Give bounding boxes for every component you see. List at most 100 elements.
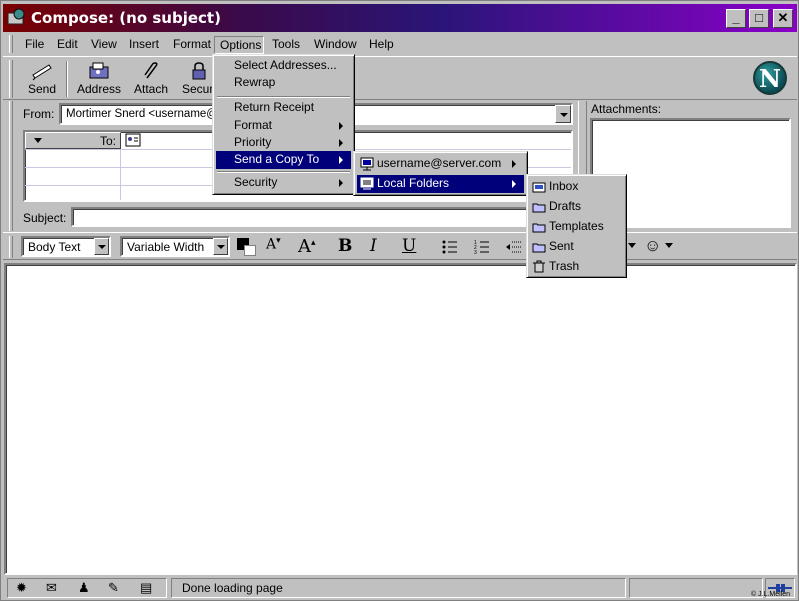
- text-color-icon[interactable]: [237, 238, 257, 256]
- chevron-down-icon[interactable]: [555, 105, 571, 123]
- menu-item-format[interactable]: Format: [216, 117, 351, 135]
- increase-font-icon[interactable]: A▴: [298, 236, 316, 257]
- navigator-icon[interactable]: ✹: [16, 580, 27, 596]
- submenu-arrow-icon: [339, 139, 343, 147]
- chevron-down-icon: [34, 138, 42, 143]
- menu-item-rewrap[interactable]: Rewrap: [216, 74, 351, 92]
- to-label: To:: [99, 134, 116, 148]
- menu-item-local-folders[interactable]: Local Folders: [357, 175, 524, 193]
- menu-window[interactable]: Window: [309, 36, 362, 54]
- menu-edit[interactable]: Edit: [52, 36, 83, 54]
- address-book-icon: [75, 61, 123, 81]
- main-toolbar: Send Address Attach Securi N: [3, 56, 797, 100]
- local-folders-icon: [360, 177, 374, 196]
- mail-server-icon: [360, 157, 374, 176]
- chevron-down-icon[interactable]: [94, 238, 109, 255]
- component-bar: ✹ ✉ ♟ ✎ ▤: [7, 578, 167, 598]
- italic-button[interactable]: I: [370, 236, 377, 256]
- address-book-icon[interactable]: ▤: [140, 580, 152, 596]
- netscape-logo[interactable]: N: [753, 61, 787, 95]
- send-icon: [23, 61, 61, 81]
- trash-icon: [532, 260, 546, 278]
- menu-item-return-receipt[interactable]: Return Receipt: [216, 99, 351, 117]
- submenu-arrow-icon: [512, 180, 516, 188]
- outdent-icon[interactable]: [506, 240, 522, 257]
- folder-trash[interactable]: Trash: [530, 258, 623, 276]
- submenu-arrow-icon: [512, 160, 516, 168]
- folder-icon: [532, 241, 546, 258]
- subject-label: Subject:: [23, 211, 67, 225]
- mail-icon[interactable]: ✉: [46, 580, 57, 596]
- menu-tools[interactable]: Tools: [267, 36, 305, 54]
- message-body-editor[interactable]: [4, 263, 797, 575]
- bold-button[interactable]: B: [338, 236, 352, 256]
- menu-item-priority[interactable]: Priority: [216, 134, 351, 152]
- menu-bar: File Edit View Insert Format Options Too…: [3, 33, 797, 55]
- subject-field[interactable]: [71, 207, 573, 227]
- window-title: Compose: (no subject): [31, 9, 221, 27]
- paperclip-icon: [129, 61, 173, 81]
- menu-file[interactable]: File: [20, 36, 49, 54]
- folder-inbox[interactable]: Inbox: [530, 178, 623, 196]
- smiley-icon[interactable]: ☺: [644, 236, 661, 256]
- from-label: From:: [23, 107, 55, 121]
- header-grip[interactable]: [9, 101, 13, 231]
- status-text-panel: Done loading page: [171, 578, 626, 598]
- toolbar-separator: [66, 61, 68, 97]
- decrease-font-icon[interactable]: A▾: [266, 236, 281, 253]
- send-button[interactable]: Send: [23, 59, 61, 99]
- options-menu: Select Addresses... Rewrap Return Receip…: [212, 54, 355, 195]
- menubar-grip[interactable]: [9, 35, 13, 53]
- address-card-icon: [125, 133, 141, 150]
- numbered-list-icon[interactable]: 123: [474, 240, 490, 257]
- local-folders-submenu: Inbox Drafts Templates Sent Trash: [526, 174, 627, 278]
- address-type-header[interactable]: To:: [25, 132, 121, 149]
- menu-options[interactable]: Options: [214, 36, 264, 54]
- maximize-button[interactable]: □: [749, 9, 769, 28]
- smiley-dropdown-chevron-icon[interactable]: [665, 243, 673, 248]
- font-select[interactable]: Variable Width: [120, 236, 230, 257]
- title-bar[interactable]: Compose: (no subject) _ □ ✕: [3, 4, 797, 32]
- send-copy-submenu: username@server.com Local Folders: [353, 151, 528, 196]
- folder-templates[interactable]: Templates: [530, 218, 623, 236]
- menu-view[interactable]: View: [86, 36, 122, 54]
- compose-window: Compose: (no subject) _ □ ✕ File Edit Vi…: [0, 0, 799, 601]
- copyright-credit: © J.L.Mellen: [751, 591, 791, 598]
- folder-drafts[interactable]: Drafts: [530, 198, 623, 216]
- menu-insert[interactable]: Insert: [124, 36, 164, 54]
- menu-item-send-a-copy-to[interactable]: Send a Copy To: [216, 151, 351, 169]
- svg-text:3: 3: [474, 250, 477, 254]
- composer-icon[interactable]: ✎: [108, 580, 119, 596]
- address-button[interactable]: Address: [75, 59, 123, 99]
- people-icon[interactable]: ♟: [78, 580, 90, 596]
- chevron-down-icon[interactable]: [213, 238, 228, 255]
- menu-help[interactable]: Help: [364, 36, 399, 54]
- submenu-arrow-icon: [339, 179, 343, 187]
- menu-item-select-addresses[interactable]: Select Addresses...: [216, 57, 351, 75]
- minimize-button[interactable]: _: [726, 9, 746, 28]
- progress-panel: [629, 578, 763, 598]
- app-icon[interactable]: [7, 7, 27, 27]
- format-toolbar: Body Text Variable Width A▾ A▴ B I U 123…: [3, 232, 797, 260]
- submenu-arrow-icon: [339, 122, 343, 130]
- menu-format[interactable]: Format: [168, 36, 216, 54]
- attach-button[interactable]: Attach: [129, 59, 173, 99]
- menu-item-security[interactable]: Security: [216, 174, 351, 192]
- from-value: Mortimer Snerd <username@se: [66, 108, 231, 120]
- folder-icon: [532, 221, 546, 238]
- toolbar-grip[interactable]: [9, 60, 13, 98]
- menu-item-username-server[interactable]: username@server.com: [357, 155, 524, 173]
- format-toolbar-grip[interactable]: [9, 236, 13, 258]
- attachments-label: Attachments:: [591, 102, 662, 116]
- inbox-icon: [532, 181, 546, 198]
- close-button[interactable]: ✕: [773, 9, 793, 28]
- status-bar: ✹ ✉ ♟ ✎ ▤ Done loading page © J.L.Mellen: [3, 576, 797, 600]
- bullet-list-icon[interactable]: [442, 240, 458, 257]
- status-text: Done loading page: [182, 581, 283, 595]
- folder-icon: [532, 201, 546, 218]
- submenu-arrow-icon: [339, 156, 343, 164]
- underline-button[interactable]: U: [402, 236, 416, 256]
- folder-sent[interactable]: Sent: [530, 238, 623, 256]
- align-dropdown-chevron-icon[interactable]: [628, 243, 636, 248]
- paragraph-style-select[interactable]: Body Text: [21, 236, 111, 257]
